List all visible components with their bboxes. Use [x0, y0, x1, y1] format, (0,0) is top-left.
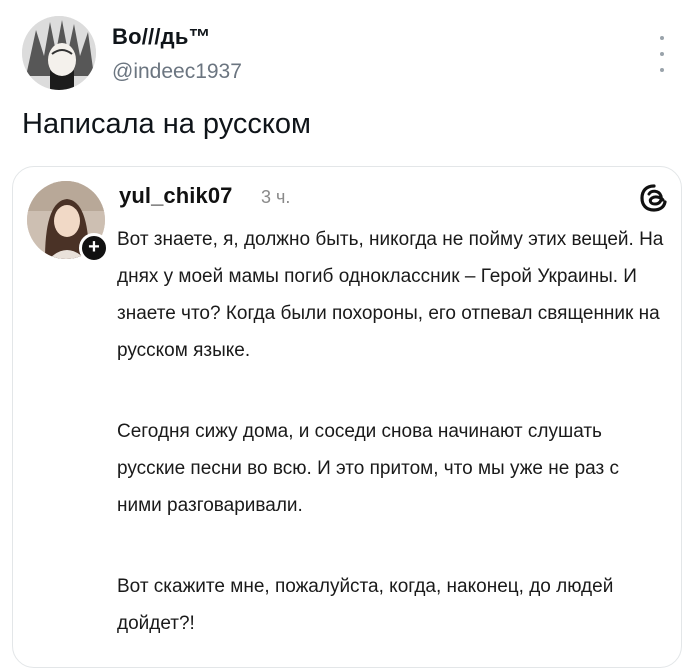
threads-icon — [640, 184, 667, 212]
tweet-text: Написала на русском — [22, 108, 311, 140]
more-dot-icon — [660, 52, 664, 56]
author-name[interactable]: Bo///дь™ — [112, 24, 211, 50]
embed-paragraph: Сегодня сижу дома, и соседи снова начина… — [117, 421, 620, 516]
embed-paragraph: Вот скажите мне, пожалуйста, когда, нако… — [117, 576, 614, 634]
embed-timestamp: 3 ч. — [261, 187, 291, 207]
embedded-image[interactable]: + yul_chik07 3 ч. Вот знаете, я, должно … — [12, 166, 682, 668]
tweet: Bo///дь™ @indeec1937 Написала на русском… — [0, 0, 700, 668]
embed-paragraph: Вот знаете, я, должно быть, никогда не п… — [117, 229, 664, 361]
author-handle[interactable]: @indeec1937 — [112, 60, 242, 84]
more-dot-icon — [660, 68, 664, 72]
more-options-button[interactable] — [654, 36, 670, 72]
more-dot-icon — [660, 36, 664, 40]
author-avatar[interactable] — [22, 16, 96, 90]
embed-username: yul_chik07 — [119, 183, 233, 208]
follow-plus-icon[interactable]: + — [79, 233, 109, 263]
avatar-portrait-icon — [22, 16, 96, 90]
embed-post-text: Вот знаете, я, должно быть, никогда не п… — [117, 221, 667, 667]
